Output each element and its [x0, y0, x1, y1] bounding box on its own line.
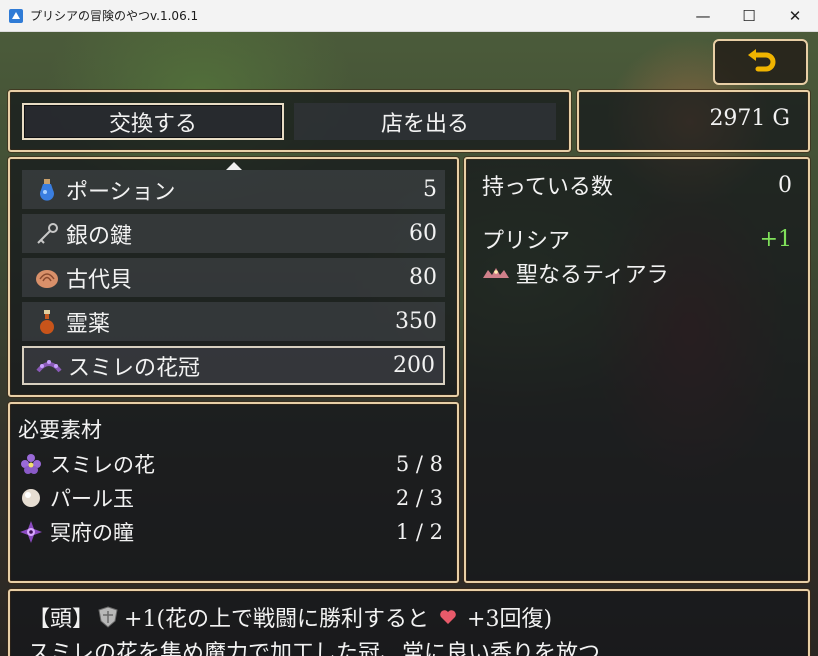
- window-titlebar: プリシアの冒険のやつv.1.06.1 — ☐ ✕: [0, 0, 818, 32]
- back-button[interactable]: [713, 39, 808, 85]
- underworld-eye-icon: [18, 519, 44, 545]
- actor-name: プリシア: [482, 229, 571, 254]
- elixir-icon: [34, 309, 60, 335]
- heart-icon: [439, 609, 457, 625]
- actor-row: プリシア +1: [482, 223, 792, 255]
- leave-shop-command[interactable]: 店を出る: [294, 103, 556, 140]
- item-list-window: ポーション 5 銀の鍵 60 古代貝 80 霊薬 350 スミレの花冠 200: [8, 157, 459, 397]
- owned-count-label: 持っている数: [482, 175, 613, 200]
- item-name: ポーション: [66, 179, 176, 205]
- item-price: 5: [423, 177, 437, 202]
- item-row-elixir[interactable]: 霊薬 350: [22, 302, 445, 341]
- silver-key-icon: [34, 221, 60, 247]
- item-name: 霊薬: [66, 311, 111, 337]
- maximize-button[interactable]: ☐: [726, 0, 772, 32]
- close-button[interactable]: ✕: [772, 0, 818, 32]
- required-materials-window: 必要素材 スミレの花 5 / 8 パール玉 2 / 3 冥府の瞳 1 / 2: [8, 402, 459, 583]
- game-screen: 交換する 店を出る 2971 G ポーション 5 銀の鍵 60 古代貝 80 霊…: [0, 32, 818, 656]
- potion-icon: [34, 177, 60, 203]
- item-price: 350: [395, 309, 437, 334]
- material-row: スミレの花 5 / 8: [18, 449, 443, 479]
- help-line-1: 【頭】 +1(花の上で戦闘に勝利すると +3回復): [28, 601, 552, 633]
- material-name: 冥府の瞳: [50, 521, 134, 545]
- item-row-potion[interactable]: ポーション 5: [22, 170, 445, 209]
- scroll-up-arrow-icon[interactable]: [226, 162, 242, 170]
- item-price: 60: [409, 221, 437, 246]
- item-price: 200: [393, 353, 435, 378]
- ancient-shell-icon: [34, 265, 60, 291]
- exchange-command[interactable]: 交換する: [22, 103, 284, 140]
- violet-crown-icon: [36, 353, 62, 379]
- equip-slot-label: 【頭】: [28, 607, 95, 632]
- shield-icon: [98, 606, 118, 628]
- material-count: 5 / 8: [395, 452, 443, 476]
- actor-stat-change: +1: [759, 226, 792, 252]
- item-name: 古代貝: [66, 267, 133, 293]
- current-equip-name: 聖なるティアラ: [516, 263, 669, 288]
- item-row-ancient-shell[interactable]: 古代貝 80: [22, 258, 445, 297]
- minimize-button[interactable]: —: [680, 0, 726, 32]
- app-icon: [8, 8, 24, 24]
- defense-bonus-text: +1(花の上で戦闘に勝利すると: [124, 607, 430, 632]
- window-title: プリシアの冒険のやつv.1.06.1: [30, 9, 199, 23]
- item-name: 銀の鍵: [66, 223, 133, 249]
- current-equip-row: 聖なるティアラ: [482, 257, 792, 289]
- item-row-silver-key[interactable]: 銀の鍵 60: [22, 214, 445, 253]
- material-row: パール玉 2 / 3: [18, 483, 443, 513]
- pearl-icon: [18, 485, 44, 511]
- owned-count-value: 0: [778, 172, 792, 198]
- material-name: パール玉: [50, 487, 134, 511]
- owned-count-row: 持っている数 0: [482, 169, 792, 201]
- materials-title: 必要素材: [18, 418, 102, 442]
- help-window: 【頭】 +1(花の上で戦闘に勝利すると +3回復) スミレの花を集め魔力で加工し…: [8, 589, 810, 656]
- tiara-icon: [482, 266, 510, 280]
- violet-flower-icon: [18, 451, 44, 477]
- material-name: スミレの花: [50, 453, 155, 477]
- gold-amount: 2971 G: [709, 106, 790, 131]
- material-count: 2 / 3: [395, 486, 443, 510]
- status-window: 持っている数 0 プリシア +1 聖なるティアラ: [464, 157, 810, 583]
- recover-text: +3回復): [467, 607, 553, 632]
- gold-window: 2971 G: [577, 90, 810, 152]
- item-row-violet-crown[interactable]: スミレの花冠 200: [22, 346, 445, 385]
- return-arrow-icon: [744, 47, 778, 77]
- item-price: 80: [409, 265, 437, 290]
- command-window: 交換する 店を出る: [8, 90, 571, 152]
- material-row: 冥府の瞳 1 / 2: [18, 517, 443, 547]
- help-line-2: スミレの花を集め魔力で加工した冠、常に良い香りを放つ: [28, 641, 601, 656]
- item-name: スミレの花冠: [68, 355, 201, 381]
- material-count: 1 / 2: [395, 520, 443, 544]
